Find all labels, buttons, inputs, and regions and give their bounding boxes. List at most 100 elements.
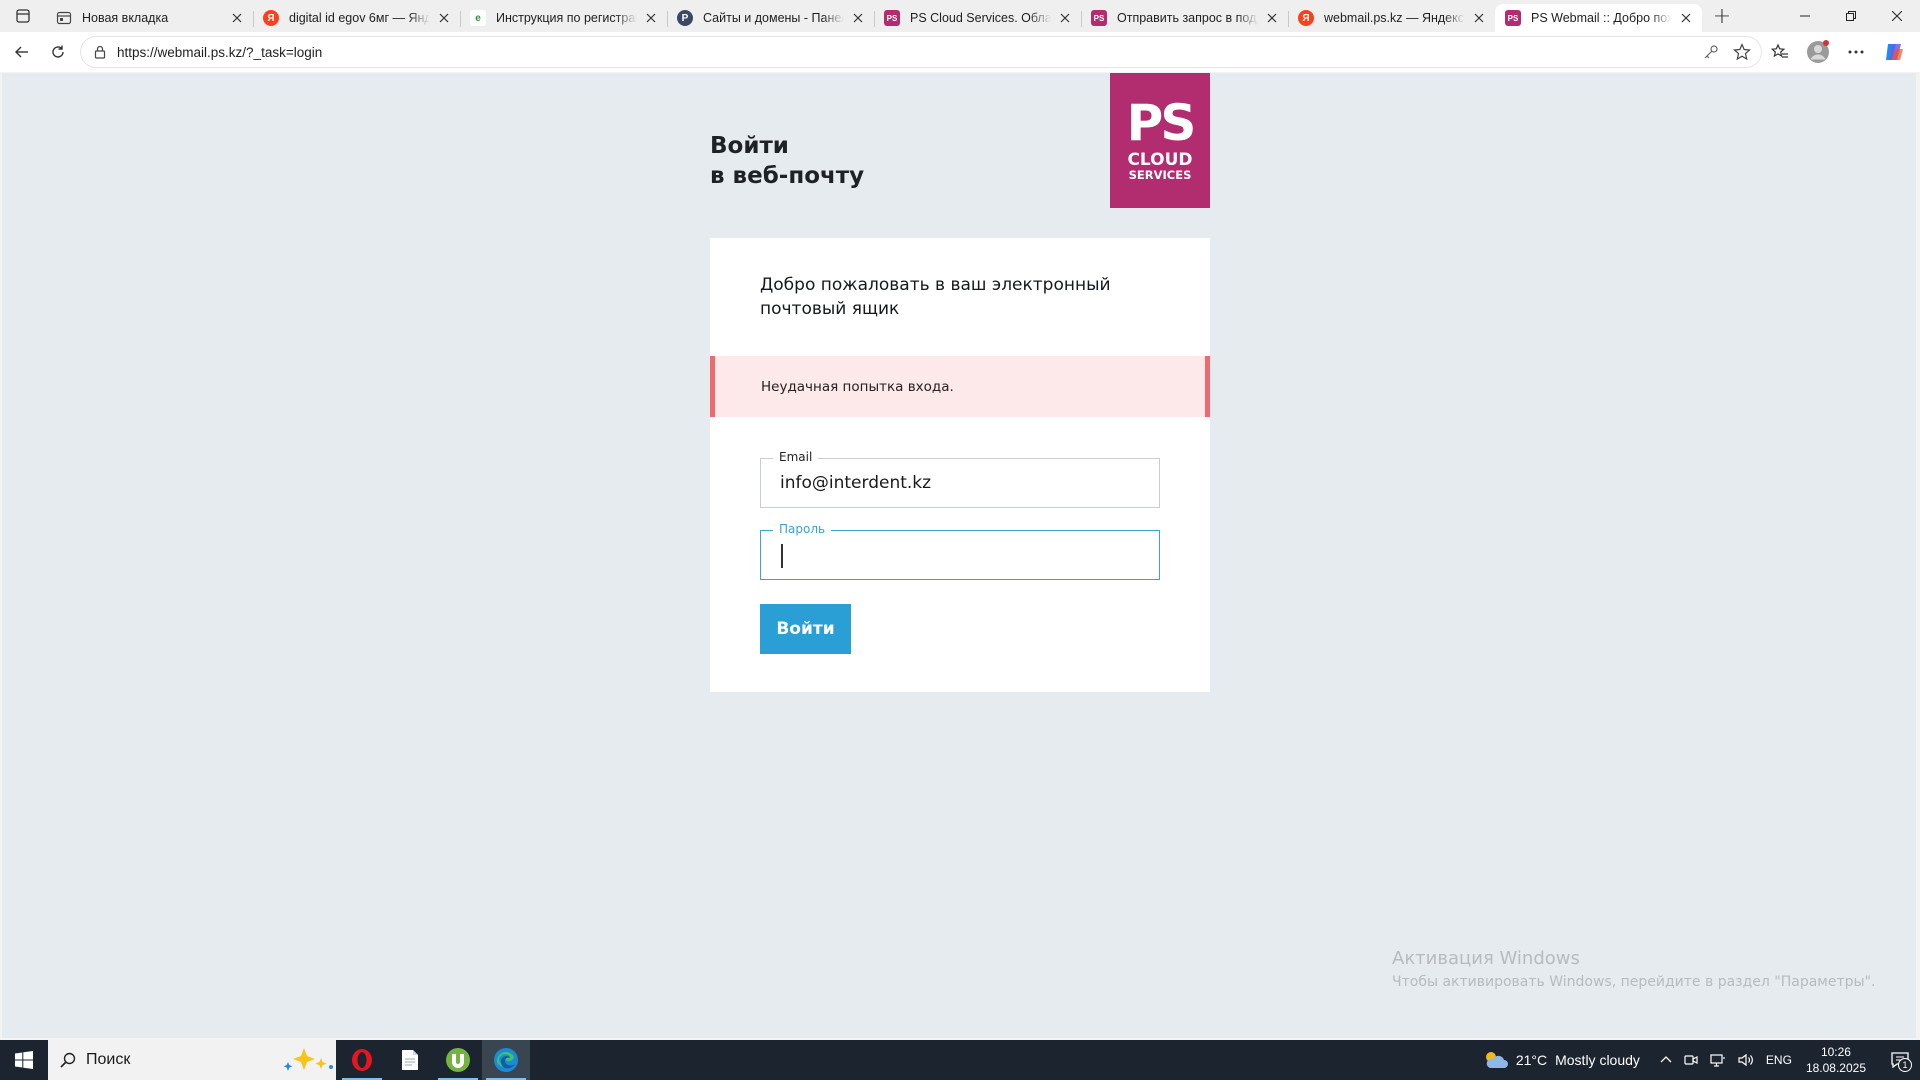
newtab-icon bbox=[56, 10, 72, 26]
browser-tab[interactable]: PS Отправить запрос в поддержку bbox=[1081, 4, 1288, 32]
taskbar-opera[interactable] bbox=[338, 1040, 386, 1080]
key-icon[interactable] bbox=[1703, 44, 1719, 60]
tab-close-icon[interactable] bbox=[436, 10, 452, 26]
restore-icon bbox=[1846, 11, 1856, 21]
browser-tab[interactable]: Яwebmail.ps.kz — Яндекс: нашлось bbox=[1288, 4, 1495, 32]
browser-tab[interactable]: PS PS Webmail :: Добро пожаловать bbox=[1495, 4, 1702, 32]
input-language[interactable]: ENG bbox=[1766, 1053, 1792, 1067]
opera-icon bbox=[352, 1049, 372, 1071]
page-title-line2: в веб-почту bbox=[710, 163, 865, 189]
tab-title: Отправить запрос в поддержку bbox=[1117, 11, 1258, 25]
search-placeholder: Поиск bbox=[86, 1051, 131, 1068]
windows-activation-watermark: Активация Windows Чтобы активировать Win… bbox=[1392, 947, 1875, 993]
clock-time: 10:26 bbox=[1820, 1045, 1851, 1059]
volume-icon[interactable] bbox=[1738, 1053, 1754, 1067]
tab-title: PS Webmail :: Добро пожаловать bbox=[1531, 11, 1672, 25]
notification-count: 1 bbox=[1898, 1058, 1912, 1072]
clock-date: 18.08.2025 bbox=[1805, 1061, 1866, 1075]
error-message: Неудачная попытка входа. bbox=[761, 378, 954, 395]
new-tab-button[interactable]: + bbox=[1706, 0, 1738, 32]
close-window-button[interactable] bbox=[1874, 0, 1920, 32]
email-field[interactable]: Email bbox=[760, 449, 1160, 508]
browser-tab[interactable]: PS PS Cloud Services. Облачные bbox=[874, 4, 1081, 32]
logo-ps-text: PS bbox=[1126, 93, 1197, 152]
tab-title: Новая вкладка bbox=[82, 11, 169, 25]
tab-close-icon[interactable] bbox=[1057, 10, 1073, 26]
tab-close-icon[interactable] bbox=[1471, 10, 1487, 26]
browser-tab[interactable]: e Инструкция по регистрации bbox=[460, 4, 667, 32]
back-arrow-icon bbox=[15, 46, 28, 58]
tab-close-icon[interactable] bbox=[1678, 10, 1694, 26]
network-icon[interactable] bbox=[1710, 1053, 1726, 1067]
copilot-icon bbox=[1886, 44, 1903, 60]
password-field[interactable]: Пароль bbox=[760, 521, 1160, 580]
tab-strip: Новая вкладка Яdigital id egov 6мг — Янде… bbox=[46, 0, 1702, 32]
taskbar-edge[interactable] bbox=[482, 1040, 530, 1080]
tab-actions-button[interactable] bbox=[0, 0, 46, 32]
tab-bar: Новая вкладка Яdigital id egov 6мг — Янде… bbox=[0, 0, 1920, 32]
meet-now-icon[interactable] bbox=[1684, 1053, 1698, 1067]
ps-icon: PS bbox=[1505, 10, 1521, 26]
restore-button[interactable] bbox=[1828, 0, 1874, 32]
login-error-alert: Неудачная попытка входа. bbox=[710, 356, 1210, 417]
taskbar-utorrent[interactable] bbox=[434, 1040, 482, 1080]
page-viewport: Войти в веб-почту PS CLOUD SERVICES Добр… bbox=[2, 73, 1916, 1038]
tab-close-icon[interactable] bbox=[1264, 10, 1280, 26]
chevron-up-icon[interactable] bbox=[1660, 1054, 1672, 1066]
tab-title: digital id egov 6мг — Яндекс bbox=[289, 11, 430, 25]
url-text[interactable]: https://webmail.ps.kz/?_task=login bbox=[117, 45, 1703, 60]
site-info-lock-icon[interactable] bbox=[93, 45, 107, 59]
favorite-star-icon[interactable] bbox=[1733, 43, 1751, 61]
profile-button[interactable] bbox=[1802, 36, 1834, 68]
login-header: Войти в веб-почту PS CLOUD SERVICES bbox=[710, 73, 1210, 208]
tab-actions-icon bbox=[16, 9, 30, 23]
ps-cloud-logo: PS CLOUD SERVICES bbox=[1110, 73, 1210, 208]
close-icon bbox=[1892, 11, 1902, 21]
copilot-button[interactable] bbox=[1878, 36, 1910, 68]
address-bar-actions bbox=[1703, 43, 1761, 61]
browser-toolbar: https://webmail.ps.kz/?_task=login bbox=[0, 32, 1920, 72]
utorrent-icon bbox=[446, 1048, 470, 1072]
yandex-icon: Я bbox=[263, 10, 279, 26]
tab-close-icon[interactable] bbox=[850, 10, 866, 26]
welcome-message: Добро пожаловать в ваш электронный почто… bbox=[760, 275, 1111, 319]
profile-avatar-icon bbox=[1807, 40, 1829, 63]
text-caret bbox=[781, 544, 783, 568]
plesk-icon: P bbox=[677, 10, 693, 26]
ps-icon: PS bbox=[1091, 10, 1107, 26]
reload-button[interactable] bbox=[40, 36, 76, 68]
taskbar-search-box[interactable]: Поиск bbox=[48, 1040, 336, 1080]
tab-close-icon[interactable] bbox=[229, 10, 245, 26]
email-input[interactable] bbox=[761, 459, 1159, 507]
notification-center-button[interactable]: 1 bbox=[1880, 1040, 1920, 1080]
taskbar-notepad[interactable] bbox=[386, 1040, 434, 1080]
weather-widget[interactable]: 21°C Mostly cloudy bbox=[1482, 1049, 1640, 1071]
favorites-list-icon bbox=[1771, 43, 1788, 58]
tab-title: Сайты и домены - Панель bbox=[703, 11, 844, 25]
start-button[interactable] bbox=[0, 1040, 48, 1080]
watermark-title: Активация Windows bbox=[1392, 948, 1580, 969]
browser-tab[interactable]: Яdigital id egov 6мг — Яндекс bbox=[253, 4, 460, 32]
edge-icon bbox=[494, 1048, 518, 1072]
watermark-subtitle: Чтобы активировать Windows, перейдите в … bbox=[1392, 974, 1876, 990]
settings-more-button[interactable] bbox=[1840, 36, 1872, 68]
favorites-button[interactable] bbox=[1764, 36, 1796, 68]
browser-tab[interactable]: P Сайты и домены - Панель bbox=[667, 4, 874, 32]
address-bar[interactable]: https://webmail.ps.kz/?_task=login bbox=[80, 36, 1762, 68]
browser-tab[interactable]: Новая вкладка bbox=[46, 4, 253, 32]
taskbar-clock[interactable]: 10:26 18.08.2025 bbox=[1806, 1044, 1866, 1076]
login-card: Добро пожаловать в ваш электронный почто… bbox=[710, 238, 1210, 692]
windows-taskbar: Поиск 21°C Mostly cloudy ENG 10:26 18.08… bbox=[0, 1040, 1920, 1080]
reload-icon bbox=[52, 45, 64, 58]
password-input[interactable] bbox=[761, 531, 1159, 579]
copilot-sparkle-icon bbox=[283, 1048, 333, 1071]
login-submit-button[interactable]: Войти bbox=[760, 604, 851, 654]
minimize-button[interactable] bbox=[1782, 0, 1828, 32]
back-button[interactable] bbox=[4, 36, 40, 68]
weather-temperature: 21°C bbox=[1515, 1052, 1548, 1068]
tab-close-icon[interactable] bbox=[643, 10, 659, 26]
tab-title: PS Cloud Services. Облачные bbox=[910, 11, 1051, 25]
tab-title: Инструкция по регистрации bbox=[496, 11, 637, 25]
taskbar-apps bbox=[338, 1040, 530, 1080]
weather-description: Mostly cloudy bbox=[1555, 1052, 1640, 1068]
